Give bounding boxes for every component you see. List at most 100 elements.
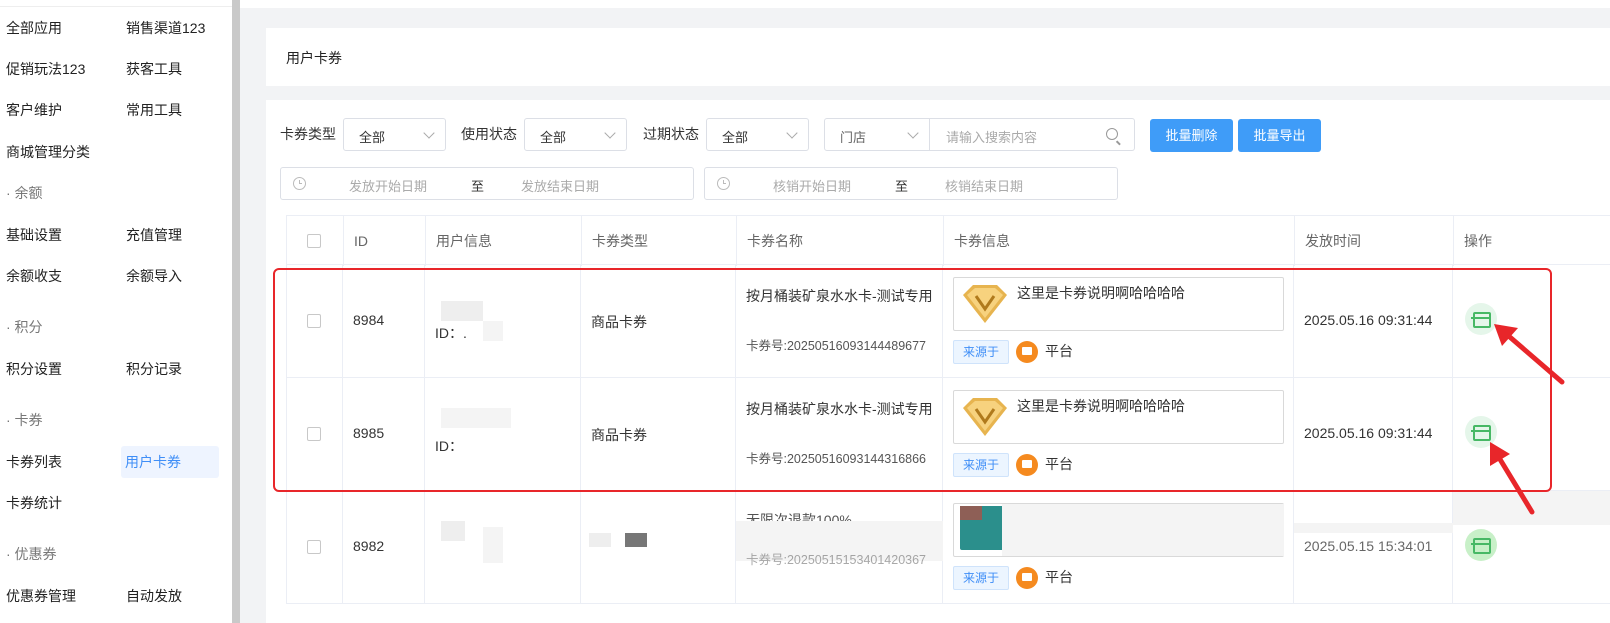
sidebar-item-card-stats[interactable]: 卡券统计 [6, 487, 62, 519]
blurred-user-name [441, 408, 511, 428]
issue-start-date[interactable]: 发放开始日期 [349, 176, 427, 195]
chevron-down-icon [604, 127, 616, 139]
sidebar-item-sales-channel[interactable]: 销售渠道123 [126, 12, 205, 44]
row-checkbox[interactable] [307, 427, 321, 441]
issue-time: 2025.05.15 15:34:01 [1304, 538, 1433, 554]
sidebar-group-coupon: · 优惠券 [6, 546, 57, 562]
search-placeholder: 请输入搜索内容 [946, 130, 1038, 145]
top-bar [240, 0, 1610, 8]
sidebar-item-mall-category[interactable]: 商城管理分类 [6, 136, 90, 168]
card-type-label: 卡券类型 [280, 126, 336, 142]
sidebar-item-coupon-manage[interactable]: 优惠券管理 [6, 580, 76, 612]
sidebar-item-promotion[interactable]: 促销玩法123 [6, 53, 85, 85]
blurred-user-name [441, 521, 465, 541]
sidebar-item-card-list[interactable]: 卡券列表 [6, 446, 62, 478]
user-id: ID： [435, 438, 463, 454]
expire-status-label: 过期状态 [643, 126, 699, 142]
use-status-label: 使用状态 [461, 126, 517, 142]
sidebar-item-common-tools[interactable]: 常用工具 [126, 94, 182, 126]
card-name: 按月桶装矿泉水水卡-测试专用 [746, 288, 933, 304]
row-id: 8985 [353, 425, 385, 441]
sidebar-group-points: · 积分 [6, 319, 43, 335]
card-info-box: 这里是卡券说明啊哈哈哈哈 [953, 390, 1284, 444]
issue-time: 2025.05.16 09:31:44 [1304, 312, 1433, 328]
issue-end-date[interactable]: 发放结束日期 [521, 176, 599, 195]
search-input[interactable]: 请输入搜索内容 [930, 118, 1135, 151]
sidebar: 全部应用 销售渠道123 促销玩法123 获客工具 客户维护 常用工具 商城管理… [0, 0, 232, 623]
row-checkbox[interactable] [307, 540, 321, 554]
sidebar-item-auto-issue[interactable]: 自动发放 [126, 580, 182, 612]
table-row: 8984 ID：. 商品卡券 按月桶装矿泉水水卡-测试专用 卡券号:202505… [286, 265, 1610, 378]
use-status-value: 全部 [540, 130, 567, 145]
sidebar-item-points-settings[interactable]: 积分设置 [6, 353, 62, 385]
header-id: ID [344, 216, 426, 266]
row-id: 8982 [353, 538, 385, 554]
blurred-region [1294, 523, 1453, 533]
use-status-select[interactable]: 全部 [524, 118, 627, 151]
card-type: 商品卡券 [591, 427, 647, 443]
search-icon[interactable] [1106, 128, 1118, 140]
batch-delete-button[interactable]: 批量删除 [1150, 119, 1233, 152]
vip-badge-icon [963, 398, 1007, 436]
sidebar-item-user-cards[interactable]: 用户卡券 [121, 446, 219, 478]
platform-icon [1016, 341, 1038, 363]
vip-badge-icon [963, 285, 1007, 323]
source-badge: 来源于 [953, 566, 1009, 590]
source-badge: 来源于 [953, 453, 1009, 477]
batch-export-button[interactable]: 批量导出 [1238, 119, 1321, 152]
range-separator: 至 [895, 179, 909, 194]
platform-icon [1016, 454, 1038, 476]
row-id: 8984 [353, 312, 385, 328]
header-card-type: 卡券类型 [582, 216, 737, 266]
header-actions: 操作 [1464, 233, 1492, 249]
sidebar-group-card: · 卡券 [6, 412, 43, 428]
sidebar-item-customer[interactable]: 客户维护 [6, 94, 62, 126]
list-panel: 卡券类型 全部 使用状态 全部 过期状态 全部 门店 请输入搜索内容 批量删除 … [266, 100, 1610, 623]
platform-label: 平台 [1045, 569, 1073, 585]
header-user-info: 用户信息 [426, 216, 582, 266]
sidebar-item-points-records[interactable]: 积分记录 [126, 353, 182, 385]
store-select[interactable]: 门店 [824, 118, 930, 151]
expire-status-select[interactable]: 全部 [706, 118, 809, 151]
header-select-cell [287, 216, 344, 266]
page-title-card: 用户卡券 [266, 28, 1610, 86]
table-header: ID 用户信息 卡券类型 卡券名称 卡券信息 发放时间 操作 [286, 215, 1610, 266]
verify-date-range[interactable]: 核销开始日期 至 核销结束日期 [704, 167, 1118, 200]
verify-end-date[interactable]: 核销结束日期 [945, 176, 1023, 195]
verify-scan-icon[interactable] [1465, 529, 1497, 561]
verify-scan-icon[interactable] [1465, 303, 1497, 335]
clock-icon [717, 177, 730, 190]
platform-icon [1016, 567, 1038, 589]
sidebar-item-balance-flow[interactable]: 余额收支 [6, 260, 62, 292]
blurred-region [1002, 504, 1284, 556]
header-issue-time: 发放时间 [1295, 216, 1454, 266]
header-card-name: 卡券名称 [737, 216, 944, 266]
verify-start-date[interactable]: 核销开始日期 [773, 176, 851, 195]
select-all-checkbox[interactable] [307, 234, 321, 248]
row-checkbox[interactable] [307, 314, 321, 328]
card-type: 商品卡券 [591, 314, 647, 330]
sidebar-item-all-apps[interactable]: 全部应用 [6, 12, 62, 44]
divider [0, 6, 232, 7]
blurred-user-name [441, 301, 483, 321]
card-number: 卡券号:20250516093144316866 [746, 452, 927, 466]
platform-label: 平台 [1045, 456, 1073, 472]
card-description: 这里是卡券说明啊哈哈哈哈 [1017, 285, 1185, 301]
verify-scan-icon[interactable] [1465, 416, 1497, 448]
blurred-card-type [589, 533, 611, 547]
sidebar-item-balance-import[interactable]: 余额导入 [126, 260, 182, 292]
card-info-box [953, 503, 1284, 557]
table-row: 8982 无限次退款100% 卡券号:20250515153401420367 [286, 491, 1610, 604]
sidebar-item-acquisition[interactable]: 获客工具 [126, 53, 182, 85]
source-badge: 来源于 [953, 340, 1009, 364]
issue-date-range[interactable]: 发放开始日期 至 发放结束日期 [280, 167, 694, 200]
sidebar-item-recharge[interactable]: 充值管理 [126, 219, 182, 251]
sidebar-item-basic-settings[interactable]: 基础设置 [6, 219, 62, 251]
sidebar-scrollbar[interactable] [232, 0, 240, 623]
main-content: 用户卡券 卡券类型 全部 使用状态 全部 过期状态 全部 门店 请输入搜索内容 … [240, 0, 1610, 623]
card-type-select[interactable]: 全部 [343, 118, 446, 151]
chevron-down-icon [907, 127, 919, 139]
header-card-info: 卡券信息 [944, 216, 1295, 266]
page-title: 用户卡券 [286, 50, 342, 66]
chevron-down-icon [423, 127, 435, 139]
